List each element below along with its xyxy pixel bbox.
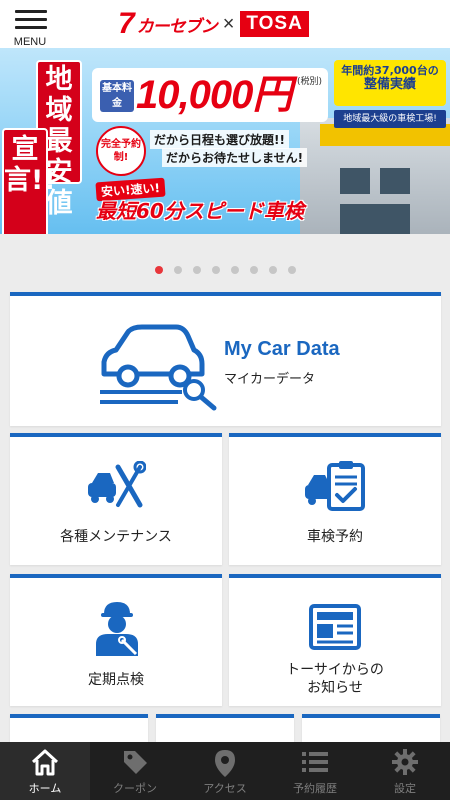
logo-cross: × xyxy=(222,12,235,35)
carousel-dot[interactable] xyxy=(268,266,277,274)
tag-icon xyxy=(124,751,147,774)
speed-headline: 最短60分スピード車検 xyxy=(96,199,304,223)
tab-home-label: ホーム xyxy=(28,782,62,795)
plan-line-2: だからお待たせしません! xyxy=(162,148,308,167)
app-header: MENU 7 カーセブン × TOSA xyxy=(0,0,450,48)
inspection-reserve-label: 車検予約 xyxy=(307,528,363,544)
carousel-dot[interactable] xyxy=(249,266,258,274)
home-icon xyxy=(31,749,59,776)
tab-access[interactable]: アクセス xyxy=(180,742,270,800)
tab-coupon[interactable]: クーポン xyxy=(90,742,180,800)
carousel-dot[interactable] xyxy=(287,266,296,274)
carousel-dot[interactable] xyxy=(230,266,239,274)
news-label-line-1: トーサイからの xyxy=(286,661,384,677)
my-car-data-title: My Car Data xyxy=(224,338,340,360)
car-search-icon xyxy=(100,324,217,411)
mechanic-icon xyxy=(96,602,138,656)
tab-history-label: 予約履歴 xyxy=(293,782,337,795)
gear-icon xyxy=(392,749,418,775)
bottom-tab-bar: ホーム クーポン アクセス 予約履歴 設定 xyxy=(0,742,450,800)
price-box: 基本料金 10,000円 (税別) xyxy=(92,68,328,122)
tab-settings-label: 設定 xyxy=(394,782,416,795)
periodic-check-card[interactable]: 定期点検 xyxy=(10,574,222,706)
maintenance-label: 各種メンテナンス xyxy=(60,528,172,544)
inspection-reserve-card[interactable]: 車検予約 xyxy=(229,433,441,565)
plan-line-1: だから日程も選び放題!! xyxy=(150,130,289,149)
newspaper-icon xyxy=(309,604,361,650)
carousel-dot[interactable] xyxy=(173,266,182,274)
tab-settings[interactable]: 設定 xyxy=(360,742,450,800)
my-car-data-subtitle: マイカーデータ xyxy=(224,372,316,387)
tab-home[interactable]: ホーム xyxy=(0,742,90,800)
maintenance-card[interactable]: 各種メンテナンス xyxy=(10,433,222,565)
app-logo: 7 カーセブン × TOSA xyxy=(118,8,309,40)
logo-brand: カーセブン xyxy=(136,16,218,36)
tab-history[interactable]: 予約履歴 xyxy=(270,742,360,800)
record-line-1: 年間約37,000台の xyxy=(341,64,439,77)
tab-coupon-label: クーポン xyxy=(113,782,157,795)
carousel-dots xyxy=(0,266,450,278)
car-clipboard-icon xyxy=(305,461,365,511)
location-pin-icon xyxy=(215,750,235,777)
price-tag: 基本料金 xyxy=(100,80,134,112)
hamburger-icon xyxy=(15,10,47,34)
price-value: 10,000円 xyxy=(136,73,292,117)
carousel-dot[interactable] xyxy=(192,266,201,274)
building-image xyxy=(300,118,450,234)
menu-button[interactable]: MENU xyxy=(8,6,52,48)
slogan-bottom: 宣言!! xyxy=(2,128,56,234)
logo-partner: TOSA xyxy=(240,11,309,37)
list-icon xyxy=(302,752,328,772)
price-tax: (税別) xyxy=(296,77,322,87)
menu-label: MENU xyxy=(13,36,47,48)
periodic-check-label: 定期点検 xyxy=(88,671,144,687)
reservation-badge: 完全予約制! xyxy=(96,126,146,176)
record-sub: 地域最大級の車検工場! xyxy=(334,110,446,128)
record-line-2: 整備実績 xyxy=(363,77,416,92)
news-label-line-2: お知らせ xyxy=(307,679,363,695)
news-card[interactable]: トーサイからの お知らせ xyxy=(229,574,441,706)
my-car-data-card[interactable]: My Car Data マイカーデータ xyxy=(10,292,441,426)
carousel-dot[interactable] xyxy=(154,266,163,274)
record-box: 年間約37,000台の 整備実績 xyxy=(334,60,446,106)
logo-seven: 7 xyxy=(118,7,135,40)
carousel-dot[interactable] xyxy=(211,266,220,274)
promo-banner[interactable]: 地域最 安値 宣言!! 基本料金 10,000円 (税別) 年間約37,000台… xyxy=(0,48,450,234)
car-tools-icon xyxy=(88,461,146,508)
tab-access-label: アクセス xyxy=(203,782,247,795)
